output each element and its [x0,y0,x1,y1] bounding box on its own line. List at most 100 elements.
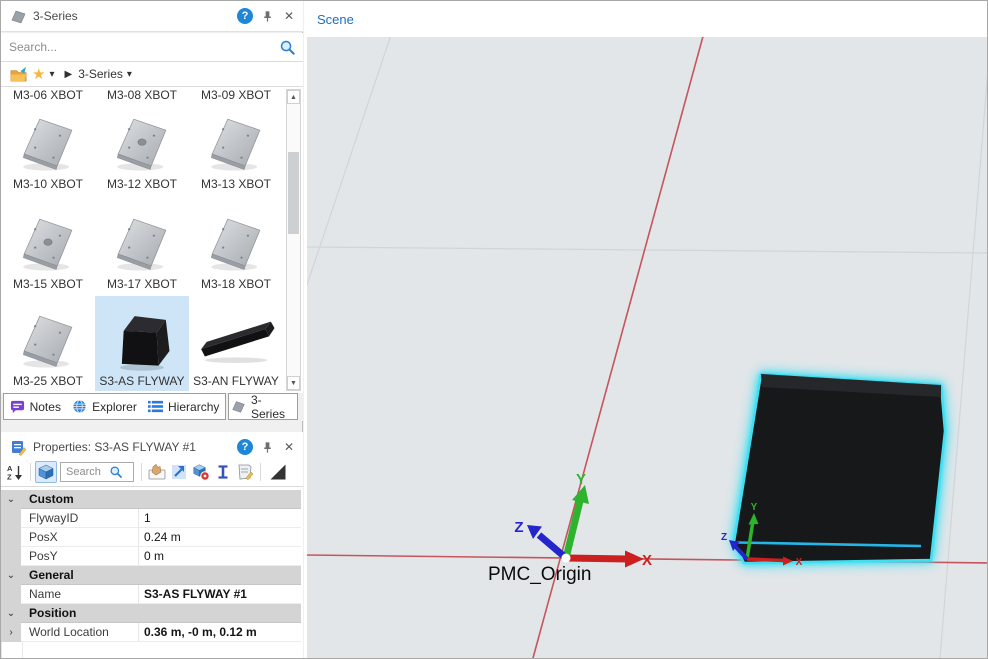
scene-viewport[interactable]: Y X Z X Y Z PMC_Origin [307,37,988,658]
measure-button[interactable] [212,461,234,483]
toolbar-separator [260,463,261,481]
close-button[interactable]: ✕ [278,436,300,458]
sort-alphabetical-button[interactable]: A Z [4,461,26,483]
axis-z-label: Z [514,519,523,536]
hierarchy-icon [148,399,163,414]
arrow-up-right-icon [170,463,188,481]
flyway-panel-icon [10,8,27,25]
xbot-plate-icon [14,110,82,176]
scroll-up-button[interactable]: ▲ [287,90,300,104]
flyway-box-icon [108,307,176,373]
list-item[interactable]: M3-17 XBOT [95,194,189,294]
tab-explorer[interactable]: Explorer [70,399,139,414]
property-row-name: Name S3-AS FLYWAY #1 [1,585,301,604]
list-item[interactable]: M3-09 XBOT [189,87,283,105]
browser-search-row [1,33,303,62]
property-row-world-location: › World Location 0.36 m, -0 m, 0.12 m [1,623,301,642]
toolbar-overflow-button[interactable] [267,461,289,483]
browser-search-input[interactable] [1,40,279,54]
hand-card-icon [148,463,166,481]
properties-search-input[interactable] [61,466,109,478]
search-icon[interactable] [279,39,296,56]
flyway-axis-x-label: X [796,557,803,568]
notes-icon [10,399,25,414]
corner-triangle-icon [269,463,287,481]
help-icon: ? [237,439,253,455]
section-header-general[interactable]: ⌄ General [1,566,301,585]
list-item[interactable]: M3-08 XBOT [95,87,189,105]
help-button[interactable]: ? [234,436,256,458]
section-header-position[interactable]: ⌄ Position [1,604,301,623]
row-expand-icon[interactable]: › [1,623,21,642]
remove-object-button[interactable] [190,461,212,483]
flyway-object-selected[interactable] [734,374,945,563]
favorites-dropdown-caret-icon[interactable]: ▾ [49,69,54,80]
list-item[interactable]: S3-AN FLYWAY [189,296,283,391]
explorer-icon [72,399,87,414]
flyway-icon [231,399,246,414]
xbot-plate-icon [14,307,82,373]
notepad-pencil-icon [236,463,254,481]
open-folder-icon[interactable] [9,65,28,83]
pin-icon [260,9,275,24]
xbot-plate-icon [202,210,270,276]
section-chevron-icon[interactable]: ⌄ [1,566,21,585]
origin-point [562,554,571,563]
section-chevron-icon[interactable]: ⌄ [1,604,21,623]
property-row-flywayid: FlywayID 1 [1,509,301,528]
property-grid-empty-area [1,642,301,659]
scrollbar-thumb[interactable] [288,152,299,234]
scene-canvas[interactable]: Y X Z X Y Z PMC_Origin [307,37,988,658]
breadcrumb: ★ ▾ ▶ 3-Series ▾ [1,62,303,87]
tab-scene[interactable]: Scene [317,12,354,27]
list-item[interactable]: M3-15 XBOT [1,194,95,294]
list-item-selected[interactable]: S3-AS FLYWAY [95,296,189,391]
list-item[interactable]: M3-18 XBOT [189,194,283,294]
list-item[interactable]: M3-10 XBOT [1,105,95,194]
properties-panel-icon [10,439,27,456]
dock-tab-bar: Notes Explorer Hierarchy 3-Series [1,393,303,421]
breadcrumb-arrow-icon[interactable]: ▶ [64,69,72,80]
list-item[interactable]: M3-06 XBOT [1,87,95,105]
section-header-custom[interactable]: ⌄ Custom [1,490,301,509]
scroll-down-button[interactable]: ▼ [287,376,300,390]
pin-button[interactable] [256,436,278,458]
axis-y-label: Y [576,471,586,488]
pin-icon [260,440,275,455]
section-chevron-icon[interactable]: ⌄ [1,490,21,509]
properties-panel-title: Properties: S3-AS FLYWAY #1 [33,440,234,454]
flyway-axis-y-label: Y [751,502,758,513]
axis-x-label: X [642,552,652,569]
cube-icon [37,463,55,481]
export-button[interactable] [168,461,190,483]
help-button[interactable]: ? [234,5,256,27]
close-button[interactable]: ✕ [278,5,300,27]
breadcrumb-root[interactable]: 3-Series [78,67,123,81]
help-icon: ? [237,8,253,24]
object-view-toggle-button[interactable] [35,461,57,483]
close-icon: ✕ [284,440,294,454]
list-item[interactable]: M3-13 XBOT [189,105,283,194]
toolbar-separator [141,463,142,481]
left-dock: 3-Series ? ✕ ★ ▾ ▶ 3-Series ▾ M3-06 XBOT… [1,1,303,659]
property-row-posx: PosX 0.24 m [1,528,301,547]
tab-notes[interactable]: Notes [8,399,63,414]
flyway-axis-z-label: Z [721,532,727,543]
tab-3-series-active[interactable]: 3-Series [228,393,298,420]
xbot-plate-hole-icon [14,210,82,276]
favorite-star-icon[interactable]: ★ [32,67,45,82]
list-item[interactable]: M3-25 XBOT [1,296,95,391]
grid-scrollbar[interactable]: ▲ ▼ [286,89,301,391]
search-icon[interactable] [109,465,123,479]
browser-panel-title: 3-Series [33,9,234,23]
property-grid: ⌄ Custom FlywayID 1 PosX 0.24 m PosY 0 m [1,487,303,659]
pin-button[interactable] [256,5,278,27]
breadcrumb-caret-icon[interactable]: ▾ [127,69,132,80]
tab-hierarchy[interactable]: Hierarchy [146,399,221,414]
close-icon: ✕ [284,9,294,23]
list-item[interactable]: M3-12 XBOT [95,105,189,194]
select-tool-button[interactable] [146,461,168,483]
edit-notes-button[interactable] [234,461,256,483]
dock-tabs-group: Notes Explorer Hierarchy [3,393,226,420]
ibeam-icon [214,463,232,481]
